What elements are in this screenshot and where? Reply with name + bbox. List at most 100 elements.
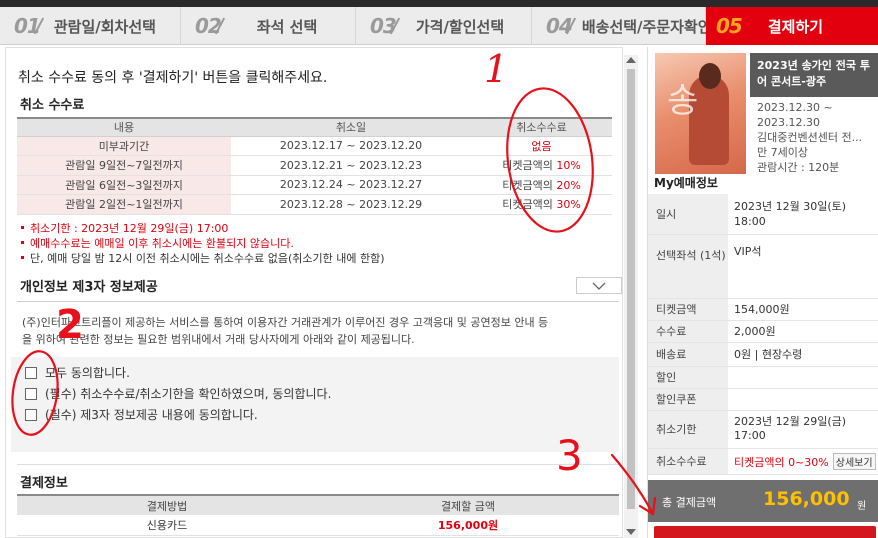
cancel-fee-summary: 티켓금액의 0~30% 상세보기 (728, 448, 878, 475)
chevron-down-icon (592, 282, 606, 290)
cancel-deadline-value: 2023년 12월 29일(금) 17:00 (728, 410, 878, 449)
table-row: 취소수수료 티켓금액의 0~30% 상세보기 (648, 448, 878, 475)
table-header: 내용 (17, 117, 231, 137)
table-row: 할인쿠폰 (648, 388, 878, 411)
fee-value: 티켓금액의 20% (471, 175, 612, 195)
fee-content: 미부과기간 (17, 136, 231, 156)
fee-prefix: 티켓금액의 (502, 159, 557, 173)
step-label: 배송선택/주문자확인 (581, 17, 712, 36)
cancel-notes: 취소기한 : 2023년 12월 29일(금) 17:00 예매수수료는 예매일… (20, 221, 385, 266)
table-row: 관람일 9일전~7일전까지 2023.12.21 ~ 2023.12.23 티켓… (17, 155, 612, 176)
divider (17, 464, 619, 465)
step-tab-3[interactable]: 03 가격/할인선택 (356, 7, 532, 45)
privacy-text-box[interactable]: (주)인터파크트리플이 제공하는 서비스를 통하여 이용자간 거래관계가 이루어… (17, 301, 619, 351)
agree-all-label: 모두 동의합니다. (45, 366, 130, 380)
delivery-value: 0원 | 현장수령 (728, 342, 878, 367)
table-row: 관람일 2일전~1일전까지 2023.12.28 ~ 2023.12.29 티켓… (17, 194, 612, 215)
table-row: 선택좌석 (1석) VIP석 (648, 234, 878, 299)
table-row: 취소기한 2023년 12월 29일(금) 17:00 (648, 410, 878, 449)
my-booking-table: 일시 2023년 12월 30일(토) 18:00 선택좌석 (1석) VIP석… (648, 194, 878, 475)
table-row: 배송료 0원 | 현장수령 (648, 342, 878, 367)
step-label: 가격/할인선택 (415, 17, 505, 36)
step-tab-5-current[interactable]: 05 결제하기 (706, 7, 878, 45)
fee-date: 2023.12.17 ~ 2023.12.20 (231, 136, 471, 156)
discount-value (728, 366, 878, 389)
privacy-text-line: (주)인터파크트리플이 제공하는 서비스를 통하여 이용자간 거래관계가 이루어… (22, 316, 549, 329)
privacy-expand-button[interactable] (576, 277, 622, 294)
privacy-title: 개인정보 제3자 정보제공 (20, 280, 158, 295)
poster-head (699, 63, 721, 89)
pay-button[interactable] (654, 526, 876, 538)
cancel-fee-title: 취소 수수료 (20, 98, 85, 113)
cancel-fee-label: 취소수수료 (648, 448, 728, 475)
step-number: 01 (14, 14, 41, 38)
agree-cancel-fee-row[interactable]: (필수) 취소수수료/취소기한을 확인하였으며, 동의합니다. (25, 385, 331, 402)
fee-value: 2,000원 (728, 320, 878, 343)
fee-content: 관람일 6일전~3일전까지 (17, 175, 231, 195)
step-navigation: 01 관람일/회차선택 02 좌석 선택 03 가격/할인선택 04 배송선택/… (0, 7, 878, 45)
step-number: 04 (546, 14, 573, 38)
table-header: 결제방법 (17, 494, 317, 515)
fee-value: 티켓금액의 30% (471, 194, 612, 215)
table-row: 미부과기간 2023.12.17 ~ 2023.12.20 없음 (17, 136, 612, 156)
coupon-label: 할인쿠폰 (648, 388, 728, 411)
payment-content-panel: 취소 수수료 동의 후 '결제하기' 버튼을 클릭해주세요. 취소 수수료 내용… (5, 47, 623, 538)
payment-amount: 156,000원 (317, 515, 619, 536)
date-value: 2023년 12월 30일(토) 18:00 (728, 194, 878, 235)
payment-info-table: 결제방법 결제할 금액 신용카드 156,000원 (17, 494, 619, 536)
table-row: 수수료 2,000원 (648, 320, 878, 343)
fee-prefix: 티켓금액의 (502, 178, 557, 192)
discount-label: 할인 (648, 366, 728, 389)
fee-percent: 30% (556, 198, 581, 212)
table-header: 취소일 (231, 117, 471, 137)
total-payment-bar: 총 결제금액 156,000 원 (648, 480, 878, 522)
scrollbar-thumb[interactable] (627, 69, 635, 509)
fee-date: 2023.12.28 ~ 2023.12.29 (231, 194, 471, 215)
step-number: 03 (370, 14, 397, 38)
instruction-text: 취소 수수료 동의 후 '결제하기' 버튼을 클릭해주세요. (18, 70, 328, 86)
seat-label: 선택좌석 (1석) (648, 234, 728, 299)
ticket-price-label: 티켓금액 (648, 298, 728, 321)
date-label: 일시 (648, 194, 728, 235)
fee-value: 없음 (471, 136, 612, 156)
scroll-down-arrow-icon[interactable] (626, 529, 636, 535)
agree-cancel-fee-checkbox[interactable] (25, 387, 37, 400)
cancel-deadline-label: 취소기한 (648, 410, 728, 449)
note-deadline: 취소기한 : 2023년 12월 29일(금) 17:00 (20, 221, 385, 236)
note-fee-refund: 예매수수료는 예매일 이후 취소시에는 환불되지 않습니다. (20, 236, 385, 251)
agree-third-party-checkbox[interactable] (25, 408, 37, 421)
total-label: 총 결제금액 (662, 496, 717, 509)
show-info: 2023.12.30 ~ 2023.12.30 김대중컨벤션센터 전... 만 … (757, 100, 877, 175)
my-booking-title: My예매정보 (654, 176, 718, 190)
scrollbar[interactable] (624, 55, 638, 538)
fee-percent: 10% (556, 159, 581, 173)
total-unit: 원 (857, 501, 867, 512)
step-tab-4[interactable]: 04 배송선택/주문자확인 (532, 7, 712, 45)
table-header: 결제할 금액 (317, 494, 619, 515)
fee-label: 수수료 (648, 320, 728, 343)
step-label: 좌석 선택 (256, 17, 318, 36)
detail-view-button[interactable]: 상세보기 (832, 452, 876, 470)
agree-all-row[interactable]: 모두 동의합니다. (25, 364, 130, 381)
show-venue: 김대중컨벤션센터 전... (757, 131, 863, 144)
show-period-end: 2023.12.30 (757, 116, 820, 129)
payment-info-title: 결제정보 (20, 476, 68, 491)
fee-content: 관람일 2일전~1일전까지 (17, 194, 231, 215)
payment-method: 신용카드 (17, 515, 317, 536)
agree-third-party-row[interactable]: (필수) 제3자 정보제공 내용에 동의합니다. (25, 406, 258, 423)
agreement-area: 모두 동의합니다. (필수) 취소수수료/취소기한을 확인하였으며, 동의합니다… (11, 357, 619, 452)
cancel-fee-value: 티켓금액의 0~30% (734, 455, 829, 469)
step-tab-1[interactable]: 01 관람일/회차선택 (0, 7, 181, 45)
step-tab-2[interactable]: 02 좌석 선택 (181, 7, 356, 45)
seat-value: VIP석 (728, 234, 878, 299)
cancel-fee-table: 내용 취소일 취소수수료 미부과기간 2023.12.17 ~ 2023.12.… (17, 117, 612, 215)
delivery-label: 배송료 (648, 342, 728, 367)
fee-date: 2023.12.24 ~ 2023.12.27 (231, 175, 471, 195)
show-runtime: 관람시간 : 120분 (757, 161, 840, 174)
table-row: 티켓금액 154,000원 (648, 298, 878, 321)
scroll-up-arrow-icon[interactable] (626, 57, 636, 63)
coupon-value (728, 388, 878, 411)
agree-all-checkbox[interactable] (25, 366, 37, 379)
show-age: 만 7세이상 (757, 146, 808, 159)
show-period-start: 2023.12.30 ~ (757, 101, 833, 114)
